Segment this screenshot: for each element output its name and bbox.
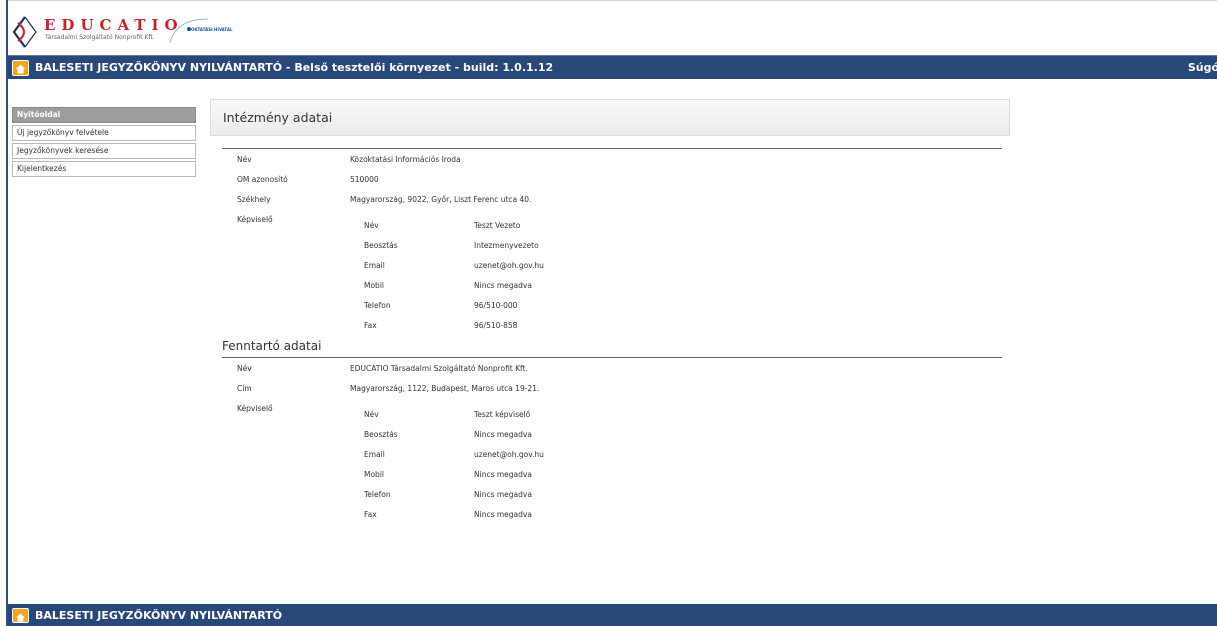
info-row: Cím Magyarország, 1122, Budapest, Maros …	[222, 378, 1002, 398]
rep-value: Teszt Vezeto	[474, 221, 521, 230]
educatio-logo-icon	[12, 16, 37, 48]
institution-section: Név Közoktatási Információs Iroda OM azo…	[222, 148, 1002, 335]
rep-value: Nincs megadva	[474, 430, 532, 439]
info-row: OM azonosító 510000	[222, 169, 1002, 189]
rep-value: Nincs megadva	[474, 470, 532, 479]
rep-value: uzenet@oh.gov.hu	[474, 450, 544, 459]
row-label: Cím	[237, 384, 252, 393]
rep-label: Beosztás	[364, 430, 398, 439]
rep-row: Telefon Nincs megadva	[222, 484, 1002, 504]
representative-block: Képviselő Név Teszt Vezeto Beosztás Intezm…	[222, 215, 1002, 335]
sidebar-menu: Nyitóoldal Új jegyzőkönyv felvétele Jegy…	[12, 107, 196, 179]
institution-title: Intézmény adatai	[210, 99, 1010, 136]
row-label: Név	[237, 364, 252, 373]
rep-value: Nincs megadva	[474, 281, 532, 290]
rep-row: Email uzenet@oh.gov.hu	[222, 255, 1002, 275]
sidebar-item-home[interactable]: Nyitóoldal	[12, 107, 196, 123]
sidebar-item-search-reports[interactable]: Jegyzőkönyvek keresése	[12, 143, 196, 159]
info-row: Név EDUCATIO Társadalmi Szolgáltató Nonp…	[222, 358, 1002, 378]
rep-label: Fax	[364, 510, 377, 519]
row-value: Magyarország, 1122, Budapest, Maros utca…	[350, 384, 540, 393]
brand-name: EDUCATIO	[44, 16, 184, 34]
top-bar: BALESETI JEGYZŐKÖNYV NYILVÁNTARTÓ - Bels…	[8, 55, 1217, 79]
footer-bar: BALESETI JEGYZŐKÖNYV NYILVÁNTARTÓ	[8, 604, 1217, 626]
row-label: Név	[237, 155, 252, 164]
row-value: Magyarország, 9022, Győr, Liszt Ferenc u…	[350, 195, 532, 204]
rep-row: Fax 96/510-858	[222, 315, 1002, 335]
sidebar-item-new-report[interactable]: Új jegyzőkönyv felvétele	[12, 125, 196, 141]
rep-value: Nincs megadva	[474, 490, 532, 499]
logo-strip: EDUCATIO Társadalmi Szolgáltató Nonprofi…	[8, 0, 1217, 55]
rep-row: Fax Nincs megadva	[222, 504, 1002, 524]
rep-value: Intezmenyvezeto	[474, 241, 539, 250]
rep-row: Mobil Nincs megadva	[222, 464, 1002, 484]
rep-row: Telefon 96/510-000	[222, 295, 1002, 315]
rep-row: Mobil Nincs megadva	[222, 275, 1002, 295]
app-frame: EDUCATIO Társadalmi Szolgáltató Nonprofi…	[6, 0, 1217, 626]
rep-label: Mobil	[364, 281, 384, 290]
app-title: BALESETI JEGYZŐKÖNYV NYILVÁNTARTÓ - Bels…	[35, 61, 554, 74]
rep-value: 96/510-858	[474, 321, 518, 330]
rep-value: 96/510-000	[474, 301, 518, 310]
home-icon[interactable]	[12, 608, 29, 623]
rep-label: Mobil	[364, 470, 384, 479]
rep-value: Teszt képviselő	[474, 410, 531, 419]
rep-row: Email uzenet@oh.gov.hu	[222, 444, 1002, 464]
brand-subtitle: Társadalmi Szolgáltató Nonprofit Kft.	[45, 34, 155, 41]
footer-title: BALESETI JEGYZŐKÖNYV NYILVÁNTARTÓ	[35, 609, 283, 622]
main-content: Intézmény adatai Név Közoktatási Informá…	[210, 99, 1010, 524]
rep-row: Név Teszt képviselő	[222, 404, 1002, 424]
rep-label: Beosztás	[364, 241, 398, 250]
representative-block: Képviselő Név Teszt képviselő Beosztás Nin…	[222, 404, 1002, 524]
rep-row: Beosztás Nincs megadva	[222, 424, 1002, 444]
rep-label: Név	[364, 221, 379, 230]
rep-value: Nincs megadva	[474, 510, 532, 519]
row-label: Székhely	[237, 195, 271, 204]
rep-label: Telefon	[364, 490, 391, 499]
rep-row: Beosztás Intezmenyvezeto	[222, 235, 1002, 255]
row-value: 510000	[350, 175, 379, 184]
rep-row: Név Teszt Vezeto	[222, 215, 1002, 235]
rep-label: Email	[364, 450, 385, 459]
partner-name: OKTATÁSI HIVATAL	[191, 27, 233, 32]
rep-label: Email	[364, 261, 385, 270]
row-label: OM azonosító	[237, 175, 288, 184]
home-icon[interactable]	[12, 60, 29, 76]
maintainer-title: Fenntartó adatai	[222, 339, 1002, 358]
info-row: Székhely Magyarország, 9022, Győr, Liszt…	[222, 189, 1002, 209]
sidebar-item-logout[interactable]: Kijelentkezés	[12, 161, 196, 177]
row-value: EDUCATIO Társadalmi Szolgáltató Nonprofi…	[350, 364, 528, 373]
row-value: Közoktatási Információs Iroda	[350, 155, 461, 164]
help-link[interactable]: Súgó	[1188, 61, 1217, 74]
rep-label: Név	[364, 410, 379, 419]
rep-value: uzenet@oh.gov.hu	[474, 261, 544, 270]
rep-label: Fax	[364, 321, 377, 330]
rep-label: Telefon	[364, 301, 391, 310]
maintainer-section: Név EDUCATIO Társadalmi Szolgáltató Nonp…	[222, 358, 1002, 524]
info-row: Név Közoktatási Információs Iroda	[222, 149, 1002, 169]
